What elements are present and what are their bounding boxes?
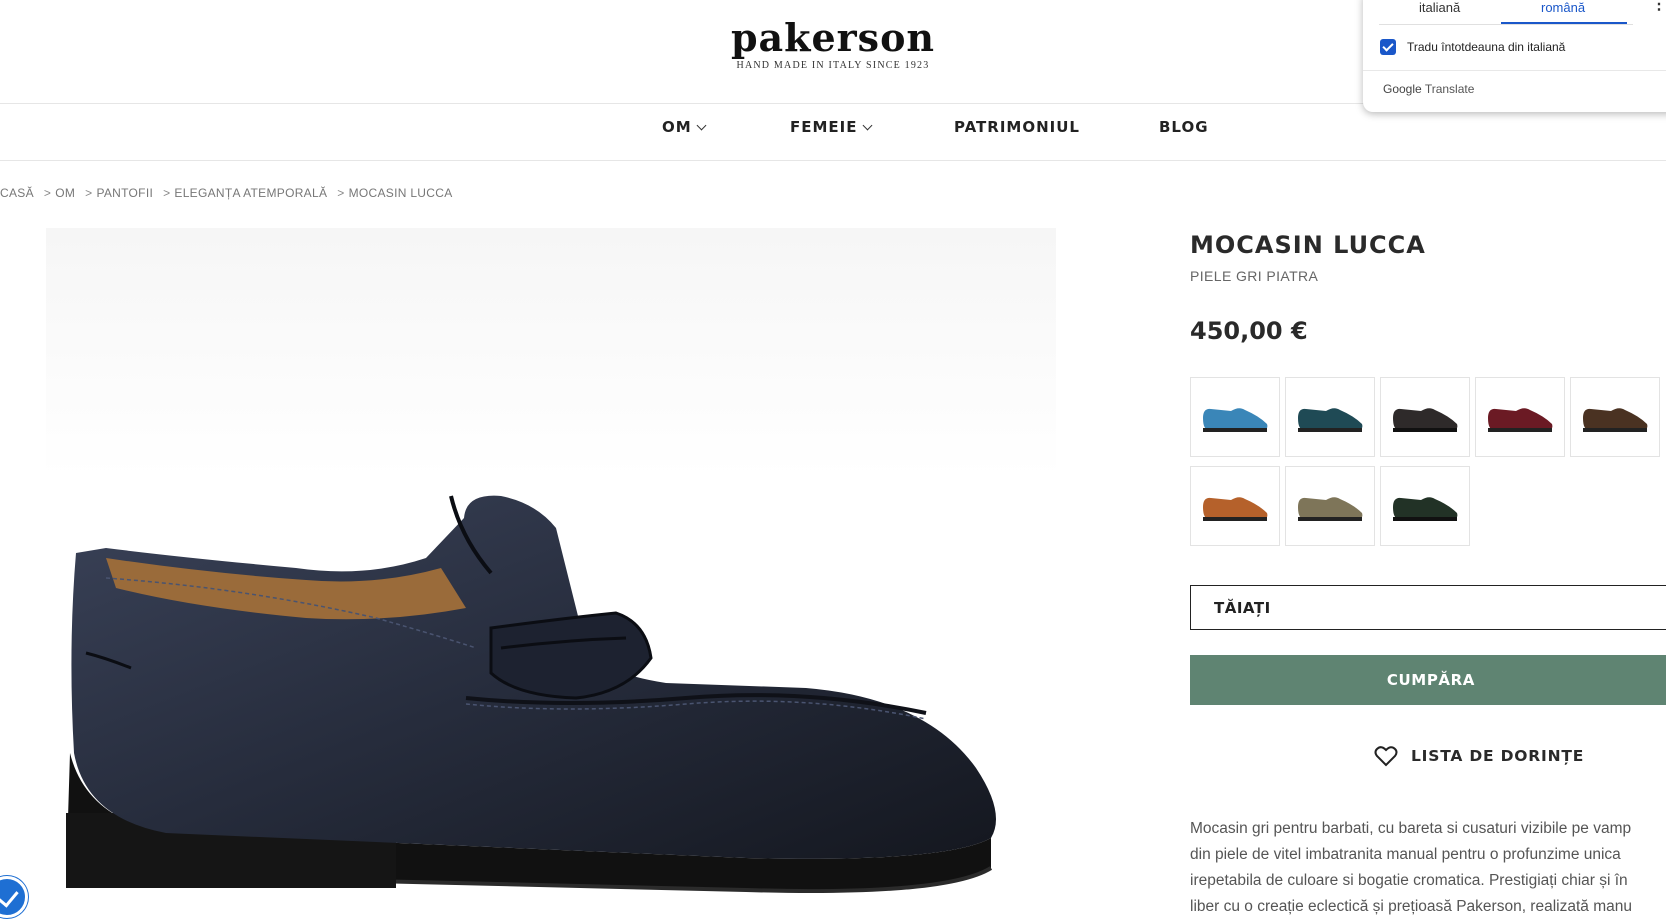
nav-divider bbox=[0, 160, 1666, 161]
buy-button[interactable]: CUMPĂRA bbox=[1190, 655, 1666, 705]
breadcrumb-separator: > bbox=[43, 186, 52, 200]
product-description: Mocasin gri pentru barbati, cu bareta si… bbox=[1190, 816, 1666, 920]
swatch-teal[interactable] bbox=[1285, 377, 1375, 457]
product-image[interactable] bbox=[46, 228, 1056, 921]
swatch-dark-brown[interactable] bbox=[1570, 377, 1660, 457]
breadcrumb-item-pantofii[interactable]: PANTOFII bbox=[96, 186, 153, 200]
loafer-shoe-illustration bbox=[66, 495, 996, 894]
loafer-thumbnail-icon bbox=[1393, 497, 1458, 521]
description-line: liber cu o creație eclectică și prețioas… bbox=[1190, 898, 1632, 915]
size-select[interactable]: TĂIAȚI bbox=[1190, 585, 1666, 630]
swatch-blue[interactable] bbox=[1190, 377, 1280, 457]
more-options-icon[interactable]: ⋮ bbox=[1651, 0, 1666, 13]
tab-target-language[interactable]: română bbox=[1541, 0, 1585, 15]
wishlist-label: LISTA DE DORINȚE bbox=[1411, 747, 1585, 765]
breadcrumb: CASĂ > OM > PANTOFII > ELEGANȚA ATEMPORALĂ > MOC… bbox=[0, 186, 457, 200]
nav-item-om-label: OM bbox=[662, 118, 692, 136]
product-title: MOCASIN LUCCA bbox=[1190, 231, 1426, 259]
loafer-thumbnail-icon bbox=[1298, 497, 1363, 521]
main-nav: OM FEMEIE PATRIMONIUL BLOG bbox=[0, 118, 1666, 138]
popup-divider bbox=[1363, 70, 1666, 71]
breadcrumb-item-om[interactable]: OM bbox=[55, 186, 75, 200]
tab-source-language[interactable]: italiană bbox=[1419, 0, 1460, 15]
size-select-label: TĂIAȚI bbox=[1214, 599, 1271, 617]
tab-divider bbox=[1379, 24, 1633, 25]
description-line: irepetabila de culoare si bogatie cromat… bbox=[1190, 872, 1628, 889]
swatch-black-brown[interactable] bbox=[1380, 377, 1470, 457]
breadcrumb-separator: > bbox=[163, 186, 171, 200]
chevron-down-icon bbox=[696, 120, 707, 131]
breadcrumb-separator: > bbox=[337, 186, 345, 200]
breadcrumb-separator: > bbox=[85, 186, 93, 200]
nav-item-blog[interactable]: BLOG bbox=[1159, 118, 1209, 136]
always-translate-label: Tradu întotdeauna din italiană bbox=[1407, 40, 1566, 54]
breadcrumb-item-current: MOCASIN LUCCA bbox=[348, 186, 453, 200]
loafer-thumbnail-icon bbox=[1393, 408, 1458, 432]
brand-google: Google bbox=[1383, 82, 1422, 96]
nav-item-patrimoniul[interactable]: PATRIMONIUL bbox=[954, 118, 1080, 136]
product-subtitle: PIELE GRI PIATRA bbox=[1190, 268, 1319, 284]
breadcrumb-item-casa[interactable]: CASĂ bbox=[0, 186, 34, 200]
loafer-thumbnail-icon bbox=[1583, 408, 1648, 432]
nav-item-femeie-label: FEMEIE bbox=[790, 118, 858, 136]
swatch-dark-green[interactable] bbox=[1380, 466, 1470, 546]
description-line: Mocasin gri pentru barbati, cu bareta si… bbox=[1190, 820, 1632, 837]
buy-button-label: CUMPĂRA bbox=[1386, 671, 1475, 689]
chevron-down-icon bbox=[862, 120, 872, 131]
always-translate-checkbox[interactable] bbox=[1380, 39, 1396, 55]
loafer-thumbnail-icon bbox=[1203, 408, 1268, 432]
accessibility-check-icon[interactable] bbox=[0, 876, 28, 918]
loafer-thumbnail-icon bbox=[1203, 497, 1268, 521]
swatch-burgundy[interactable] bbox=[1475, 377, 1565, 457]
active-tab-indicator bbox=[1501, 22, 1627, 24]
product-price: 450,00 € bbox=[1190, 317, 1308, 345]
google-translate-popup: italiană română ⋮ Tradu întotdeauna din … bbox=[1363, 0, 1666, 112]
heart-icon bbox=[1374, 746, 1398, 767]
loafer-thumbnail-icon bbox=[1488, 408, 1553, 432]
nav-item-femeie[interactable]: FEMEIE bbox=[790, 118, 872, 136]
swatch-olive-grey[interactable] bbox=[1285, 466, 1375, 546]
loafer-thumbnail-icon bbox=[1298, 408, 1363, 432]
breadcrumb-item-eleganta[interactable]: ELEGANȚA ATEMPORALĂ bbox=[174, 186, 327, 200]
nav-item-om[interactable]: OM bbox=[662, 118, 707, 136]
brand-translate: Translate bbox=[1424, 82, 1475, 96]
swatch-cognac[interactable] bbox=[1190, 466, 1280, 546]
description-line: din piele de vitel imbatranita manual pe… bbox=[1190, 846, 1621, 863]
google-translate-brand: Google Translate bbox=[1383, 82, 1474, 96]
